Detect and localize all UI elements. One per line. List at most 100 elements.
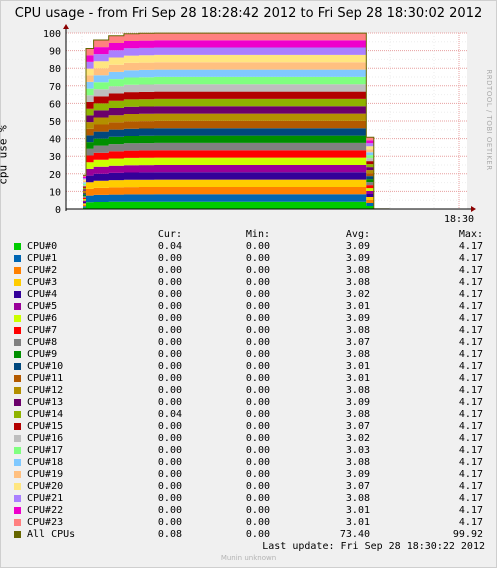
legend-max: 4.17 bbox=[458, 313, 483, 324]
legend-name: CPU#21 bbox=[27, 493, 64, 504]
legend-cur: 0.00 bbox=[157, 277, 182, 288]
legend-name: CPU#6 bbox=[27, 313, 58, 324]
legend-min: 0.00 bbox=[245, 313, 270, 324]
y-tick-labels: 0 10 20 30 40 50 60 70 80 90 100 bbox=[43, 29, 61, 216]
last-update: Last update: Fri Sep 28 18:30:22 2012 bbox=[262, 541, 485, 552]
legend-min: 0.00 bbox=[245, 325, 270, 336]
legend-name: CPU#1 bbox=[27, 253, 58, 264]
legend-avg: 3.08 bbox=[345, 385, 370, 396]
legend-cur: 0.00 bbox=[157, 397, 182, 408]
legend-min: 0.00 bbox=[245, 469, 270, 480]
legend-min: 0.00 bbox=[245, 385, 270, 396]
legend-cur: 0.04 bbox=[157, 241, 182, 252]
legend-max: 4.17 bbox=[458, 253, 483, 264]
legend-header-cur: Cur: bbox=[157, 229, 182, 240]
legend-min: 0.00 bbox=[245, 253, 270, 264]
legend-swatch bbox=[14, 519, 21, 526]
legend-swatch bbox=[14, 483, 21, 490]
legend-min: 0.00 bbox=[245, 421, 270, 432]
legend-max: 4.17 bbox=[458, 373, 483, 384]
legend-max: 4.17 bbox=[458, 469, 483, 480]
legend-name: CPU#23 bbox=[27, 517, 64, 528]
legend-max: 4.17 bbox=[458, 277, 483, 288]
generator-credit: Munin unknown bbox=[220, 554, 277, 562]
legend-name: All CPUs bbox=[27, 529, 76, 540]
legend-avg: 3.01 bbox=[345, 505, 370, 516]
y-tick-label: 100 bbox=[43, 29, 61, 40]
legend-cur: 0.00 bbox=[157, 457, 182, 468]
legend-swatch bbox=[14, 531, 21, 538]
legend-avg: 3.07 bbox=[345, 421, 370, 432]
legend-min: 0.00 bbox=[245, 301, 270, 312]
y-tick-label: 0 bbox=[55, 205, 61, 216]
legend-swatch bbox=[14, 339, 21, 346]
legend-min: 0.00 bbox=[245, 349, 270, 360]
legend-cur: 0.00 bbox=[157, 385, 182, 396]
legend-swatch bbox=[14, 495, 21, 502]
y-tick-label: 40 bbox=[49, 135, 61, 146]
legend-max: 99.92 bbox=[452, 529, 483, 540]
y-tick-label: 20 bbox=[49, 170, 61, 181]
x-tick-label: 18:30 bbox=[444, 214, 474, 225]
legend-avg: 3.07 bbox=[345, 481, 370, 492]
legend-max: 4.17 bbox=[458, 445, 483, 456]
legend-max: 4.17 bbox=[458, 301, 483, 312]
legend-swatch bbox=[14, 291, 21, 298]
legend-swatch bbox=[14, 363, 21, 370]
legend-cur: 0.00 bbox=[157, 253, 182, 264]
legend-min: 0.00 bbox=[245, 361, 270, 372]
legend-avg: 3.08 bbox=[345, 493, 370, 504]
legend-name: CPU#11 bbox=[27, 373, 64, 384]
stacked-areas bbox=[83, 32, 389, 209]
legend-name: CPU#12 bbox=[27, 385, 64, 396]
legend-avg: 73.40 bbox=[339, 529, 370, 540]
legend-avg: 3.09 bbox=[345, 397, 370, 408]
y-axis-arrow bbox=[63, 24, 69, 29]
legend-header-max: Max: bbox=[458, 229, 483, 240]
legend-cur: 0.00 bbox=[157, 373, 182, 384]
legend-swatch bbox=[14, 447, 21, 454]
legend-min: 0.00 bbox=[245, 277, 270, 288]
legend-swatch bbox=[14, 279, 21, 286]
legend-avg: 3.01 bbox=[345, 373, 370, 384]
legend-min: 0.00 bbox=[245, 517, 270, 528]
legend-avg: 3.01 bbox=[345, 301, 370, 312]
legend-cur: 0.00 bbox=[157, 265, 182, 276]
legend-max: 4.17 bbox=[458, 493, 483, 504]
legend-avg: 3.07 bbox=[345, 337, 370, 348]
legend-avg: 3.09 bbox=[345, 253, 370, 264]
legend-max: 4.17 bbox=[458, 361, 483, 372]
legend-swatch bbox=[14, 303, 21, 310]
legend-name: CPU#14 bbox=[27, 409, 64, 420]
legend-name: CPU#8 bbox=[27, 337, 58, 348]
legend-name: CPU#20 bbox=[27, 481, 64, 492]
legend-name: CPU#4 bbox=[27, 289, 58, 300]
legend-min: 0.00 bbox=[245, 445, 270, 456]
legend-swatch bbox=[14, 255, 21, 262]
legend-header-min: Min: bbox=[245, 229, 270, 240]
area-cpu-0 bbox=[83, 201, 389, 209]
legend-avg: 3.09 bbox=[345, 469, 370, 480]
y-tick-label: 80 bbox=[49, 64, 61, 75]
legend-name: CPU#13 bbox=[27, 397, 64, 408]
legend-swatch bbox=[14, 315, 21, 322]
legend-swatch bbox=[14, 399, 21, 406]
legend-avg: 3.08 bbox=[345, 325, 370, 336]
legend-name: CPU#0 bbox=[27, 241, 58, 252]
legend-swatch bbox=[14, 435, 21, 442]
legend-name: CPU#16 bbox=[27, 433, 64, 444]
legend-cur: 0.00 bbox=[157, 445, 182, 456]
legend-cur: 0.08 bbox=[157, 529, 182, 540]
legend-avg: 3.09 bbox=[345, 241, 370, 252]
legend-avg: 3.01 bbox=[345, 361, 370, 372]
y-tick-label: 60 bbox=[49, 99, 61, 110]
x-tick-labels: 18:30 bbox=[444, 214, 474, 225]
y-tick-label: 70 bbox=[49, 82, 61, 93]
y-tick-label: 30 bbox=[49, 152, 61, 163]
legend-min: 0.00 bbox=[245, 481, 270, 492]
legend-swatch bbox=[14, 327, 21, 334]
legend-name: CPU#19 bbox=[27, 469, 64, 480]
legend-avg: 3.08 bbox=[345, 277, 370, 288]
legend-cur: 0.00 bbox=[157, 433, 182, 444]
legend-max: 4.17 bbox=[458, 457, 483, 468]
